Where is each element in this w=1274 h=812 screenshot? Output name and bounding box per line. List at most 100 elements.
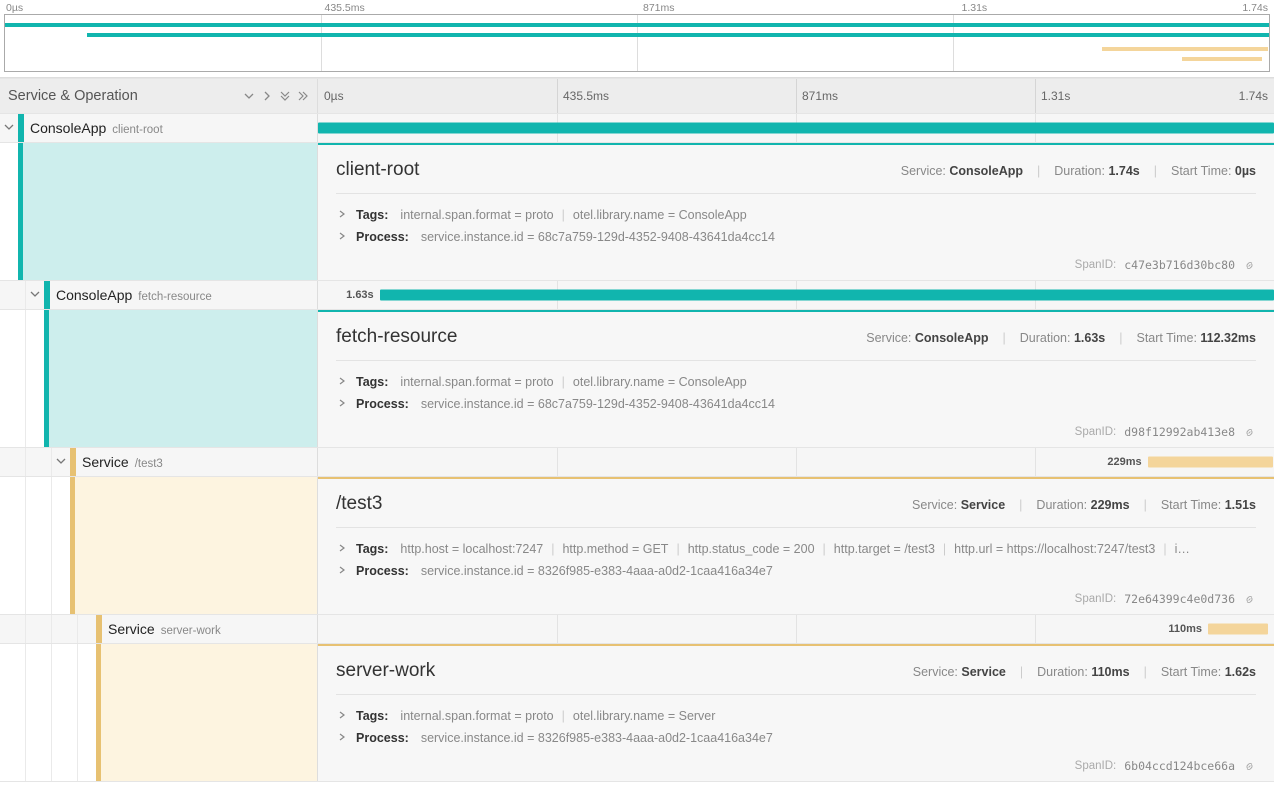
- indent-guide: [0, 448, 26, 476]
- column-header: Service & Operation 0µs435.5ms871ms1.31s…: [0, 78, 1274, 114]
- process-row[interactable]: Process:service.instance.id = 68c7a759-1…: [336, 226, 1256, 248]
- detail-highlight: [70, 477, 317, 614]
- detail-left-gutter: [0, 477, 318, 614]
- indent-guide: [52, 615, 78, 643]
- tags-row[interactable]: Tags:http.host = localhost:7247|http.met…: [336, 538, 1256, 560]
- span-bar-track[interactable]: 229ms: [318, 448, 1274, 476]
- indent-guide: [0, 615, 26, 643]
- gridline: [1035, 615, 1036, 643]
- span-row-left[interactable]: Service server-work: [0, 615, 318, 643]
- span-bar-label: 1.63s: [346, 289, 374, 301]
- deep-link-icon[interactable]: [1243, 426, 1256, 439]
- span-duration-bar: [1148, 457, 1274, 468]
- span-row-left[interactable]: Service/test3: [0, 448, 318, 476]
- detail-operation-name: server-work: [336, 660, 435, 682]
- span-bar-track[interactable]: [318, 114, 1274, 142]
- span-row[interactable]: ConsoleApp client-root: [0, 114, 1274, 143]
- span-detail-panel: /test3Service: Service|Duration: 229ms|S…: [318, 477, 1274, 614]
- detail-operation-name: client-root: [336, 159, 419, 181]
- double-chevron-down-icon[interactable]: [279, 90, 291, 102]
- span-duration-bar: [318, 123, 1274, 134]
- collapse-all-icon[interactable]: [243, 90, 255, 102]
- service-operation-header: Service & Operation: [0, 79, 318, 113]
- span-detail-row: fetch-resource Service: ConsoleApp|Durati…: [0, 310, 1274, 448]
- expand-toggle[interactable]: [0, 122, 18, 135]
- span-id-value: d98f12992ab413e8: [1124, 425, 1235, 439]
- span-row-left[interactable]: ConsoleApp fetch-resource: [0, 281, 318, 309]
- service-name: Service: [108, 621, 155, 637]
- indent-guide: [52, 644, 78, 781]
- span-duration-bar: [380, 290, 1274, 301]
- span-duration-bar: [1208, 624, 1268, 635]
- operation-name: client-root: [112, 124, 163, 136]
- indent-guide: [26, 310, 44, 447]
- span-id-value: 6b04ccd124bce66a: [1124, 759, 1235, 773]
- gridline: [557, 79, 558, 113]
- indent-guide: [26, 477, 52, 614]
- span-bar-label: 229ms: [1107, 456, 1141, 468]
- span-detail-panel: client-rootService: ConsoleApp|Duration:…: [318, 143, 1274, 280]
- gridline: [1035, 448, 1036, 476]
- deep-link-icon[interactable]: [1243, 259, 1256, 272]
- gridline: [796, 448, 797, 476]
- process-row[interactable]: Process:service.instance.id = 8326f985-e…: [336, 727, 1256, 749]
- indent-guide: [0, 477, 26, 614]
- span-row[interactable]: ConsoleApp fetch-resource 1.63s: [0, 281, 1274, 310]
- tags-row[interactable]: Tags:internal.span.format = proto|otel.l…: [336, 705, 1256, 727]
- indent-guide: [78, 644, 96, 781]
- span-bar-track[interactable]: 110ms: [318, 615, 1274, 643]
- span-bar-track[interactable]: 1.63s: [318, 281, 1274, 309]
- minimap-ruler: 0µs435.5ms871ms1.31s1.74s: [0, 0, 1274, 14]
- minimap-span-bar: [1102, 47, 1268, 51]
- minimap[interactable]: 0µs435.5ms871ms1.31s1.74s: [0, 0, 1274, 78]
- span-title: ConsoleApp fetch-resource: [50, 281, 218, 309]
- expand-toggle[interactable]: [26, 289, 44, 302]
- tags-row[interactable]: Tags:internal.span.format = proto|otel.l…: [336, 371, 1256, 393]
- process-row[interactable]: Process:service.instance.id = 68c7a759-1…: [336, 393, 1256, 415]
- detail-left-gutter: [0, 310, 318, 447]
- chevron-right-icon[interactable]: [261, 90, 273, 102]
- double-chevron-right-icon[interactable]: [297, 90, 309, 102]
- indent-guide: [0, 644, 26, 781]
- deep-link-icon[interactable]: [1243, 760, 1256, 773]
- minimap-tick: 435.5ms: [325, 2, 365, 14]
- span-id-row: SpanID:72e64399c4e0d736: [336, 592, 1256, 606]
- detail-meta: Service: ConsoleApp|Duration: 1.63s|Star…: [866, 331, 1256, 345]
- gridline: [557, 615, 558, 643]
- operation-name: server-work: [161, 625, 221, 637]
- span-row[interactable]: Service/test3 229ms: [0, 448, 1274, 477]
- indent-guide: [26, 615, 52, 643]
- indent-guide: [0, 310, 26, 447]
- detail-header: /test3Service: Service|Duration: 229ms|S…: [336, 493, 1256, 528]
- ruler-tick: 1.31s: [1041, 89, 1070, 103]
- span-row-left[interactable]: ConsoleApp client-root: [0, 114, 318, 142]
- service-name: Service: [82, 454, 129, 470]
- timeline-ruler: 0µs435.5ms871ms1.31s1.74s: [318, 79, 1274, 113]
- expand-toggle[interactable]: [52, 456, 70, 469]
- indent-guide: [26, 448, 52, 476]
- indent-guide: [0, 143, 18, 280]
- service-name: ConsoleApp: [30, 120, 106, 136]
- detail-operation-name: /test3: [336, 493, 382, 515]
- tags-row[interactable]: Tags:internal.span.format = proto|otel.l…: [336, 204, 1256, 226]
- minimap-tick: 871ms: [643, 2, 675, 14]
- operation-name: fetch-resource: [138, 291, 212, 303]
- span-detail-row: client-rootService: ConsoleApp|Duration:…: [0, 143, 1274, 281]
- span-title: Service server-work: [102, 615, 227, 643]
- minimap-tick: 1.31s: [962, 2, 988, 14]
- span-id-row: SpanID:6b04ccd124bce66a: [336, 759, 1256, 773]
- span-id-value: 72e64399c4e0d736: [1124, 592, 1235, 606]
- service-name: ConsoleApp: [56, 287, 132, 303]
- minimap-body[interactable]: [4, 14, 1270, 72]
- deep-link-icon[interactable]: [1243, 593, 1256, 606]
- process-row[interactable]: Process:service.instance.id = 8326f985-e…: [336, 560, 1256, 582]
- minimap-tick: 1.74s: [1242, 2, 1268, 14]
- detail-header: server-work Service: Service|Duration: 11…: [336, 660, 1256, 695]
- detail-meta: Service: Service|Duration: 110ms|Start T…: [913, 665, 1256, 679]
- detail-left-gutter: [0, 143, 318, 280]
- span-bar-label: 110ms: [1168, 623, 1202, 635]
- span-row[interactable]: Service server-work 110ms: [0, 615, 1274, 644]
- header-title: Service & Operation: [8, 88, 138, 104]
- detail-operation-name: fetch-resource: [336, 326, 457, 348]
- span-id-row: SpanID:d98f12992ab413e8: [336, 425, 1256, 439]
